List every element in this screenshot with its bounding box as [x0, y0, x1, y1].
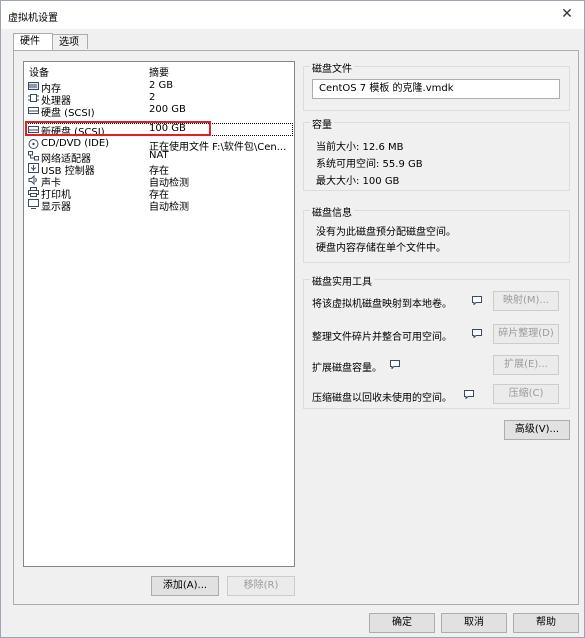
device-row-new-hard-disk[interactable]: 新硬盘 (SCSI) 100 GB: [25, 123, 293, 138]
sound-card-icon: [28, 175, 37, 185]
device-name: 硬盘 (SCSI): [41, 108, 95, 119]
advanced-button[interactable]: 高级(V)...: [504, 420, 570, 440]
device-row-hard-disk[interactable]: 硬盘 (SCSI) 200 GB: [26, 104, 292, 119]
title-bar: 虚拟机设置 ✕: [1, 1, 584, 29]
disk-info-line-1: 没有为此磁盘预分配磁盘空间。: [316, 227, 456, 238]
tab-options[interactable]: 选项: [52, 34, 88, 49]
info-bubble-icon: [464, 390, 474, 399]
device-name: CD/DVD (IDE): [41, 138, 110, 149]
column-header-summary: 摘要: [149, 68, 169, 79]
disk-file-title: 磁盘文件: [310, 60, 354, 75]
window-title: 虚拟机设置: [8, 13, 58, 24]
device-row-network-adapter[interactable]: 网络适配器 NAT: [26, 150, 292, 165]
info-bubble-icon: [472, 296, 482, 305]
cancel-button[interactable]: 取消: [441, 613, 507, 633]
hard-disk-icon: [28, 126, 39, 133]
defrag-description: 整理文件碎片并整合可用空间。: [312, 332, 452, 343]
disk-file-field[interactable]: CentOS 7 模板 的克隆.vmdk: [312, 79, 560, 99]
compact-button[interactable]: 压缩(C): [493, 384, 559, 404]
device-summary: 自动检测: [149, 202, 189, 213]
map-button[interactable]: 映射(M)...: [493, 291, 559, 311]
memory-icon: [28, 82, 39, 90]
remove-device-button[interactable]: 移除(R): [227, 576, 295, 596]
display-icon: [28, 199, 39, 209]
device-row-memory[interactable]: 内存 2 GB: [26, 80, 292, 95]
help-button[interactable]: 帮助: [513, 613, 579, 633]
device-summary: 2: [149, 92, 156, 103]
disk-file-group: 磁盘文件 CentOS 7 模板 的克隆.vmdk: [303, 60, 570, 111]
printer-icon: [28, 187, 39, 197]
available-space-text: 系统可用空间: 55.9 GB: [316, 159, 423, 170]
close-icon[interactable]: ✕: [558, 5, 576, 23]
usb-icon: [28, 163, 39, 173]
disk-info-line-2: 硬盘内容存储在单个文件中。: [316, 243, 446, 254]
device-summary: 2 GB: [149, 80, 174, 91]
current-size-text: 当前大小: 12.6 MB: [316, 142, 404, 153]
device-name: 新硬盘 (SCSI): [41, 127, 105, 138]
max-size-text: 最大大小: 100 GB: [316, 176, 400, 187]
device-list[interactable]: 设备 摘要 内存 2 GB 处理器 2 硬盘 (SCSI) 200 GB 新硬盘…: [23, 61, 295, 567]
info-bubble-icon: [472, 329, 482, 338]
device-summary: 200 GB: [149, 104, 186, 115]
ok-button[interactable]: 确定: [369, 613, 435, 633]
map-description: 将该虚拟机磁盘映射到本地卷。: [312, 299, 452, 310]
device-name: 显示器: [41, 202, 71, 213]
hard-disk-icon: [28, 107, 39, 114]
disk-utilities-title: 磁盘实用工具: [310, 273, 374, 288]
disk-info-title: 磁盘信息: [310, 204, 354, 219]
capacity-title: 容量: [310, 116, 334, 131]
device-row-printer[interactable]: 打印机 存在: [26, 187, 292, 201]
tab-hardware[interactable]: 硬件: [13, 33, 53, 50]
disk-utilities-group: 磁盘实用工具 将该虚拟机磁盘映射到本地卷。 映射(M)... 整理文件碎片并整合…: [303, 273, 570, 409]
device-row-usb-controller[interactable]: USB 控制器 存在: [26, 163, 292, 177]
device-row-cd-dvd[interactable]: CD/DVD (IDE) 正在使用文件 F:\软件包\Cen...: [26, 138, 292, 153]
info-bubble-icon: [390, 360, 400, 369]
expand-description: 扩展磁盘容量。: [312, 363, 382, 374]
capacity-group: 容量 当前大小: 12.6 MB 系统可用空间: 55.9 GB 最大大小: 1…: [303, 116, 570, 191]
processor-icon: [28, 94, 39, 102]
network-adapter-icon: [28, 151, 39, 161]
column-header-device: 设备: [29, 68, 49, 79]
cd-dvd-icon: [28, 139, 39, 149]
compact-description: 压缩磁盘以回收未使用的空间。: [312, 393, 452, 404]
device-row-processor[interactable]: 处理器 2: [26, 92, 292, 107]
device-summary: NAT: [149, 150, 169, 161]
defrag-button[interactable]: 碎片整理(D): [493, 324, 559, 344]
disk-info-group: 磁盘信息 没有为此磁盘预分配磁盘空间。 硬盘内容存储在单个文件中。: [303, 204, 570, 263]
expand-button[interactable]: 扩展(E)...: [493, 355, 559, 375]
device-summary: 100 GB: [149, 123, 186, 134]
add-device-button[interactable]: 添加(A)...: [151, 576, 219, 596]
device-row-sound-card[interactable]: 声卡 自动检测: [26, 175, 292, 189]
device-row-display[interactable]: 显示器 自动检测: [26, 199, 292, 213]
vm-settings-window: 虚拟机设置 ✕ 硬件 选项 设备 摘要 内存 2 GB 处理器 2 硬盘 (SC…: [0, 0, 585, 638]
